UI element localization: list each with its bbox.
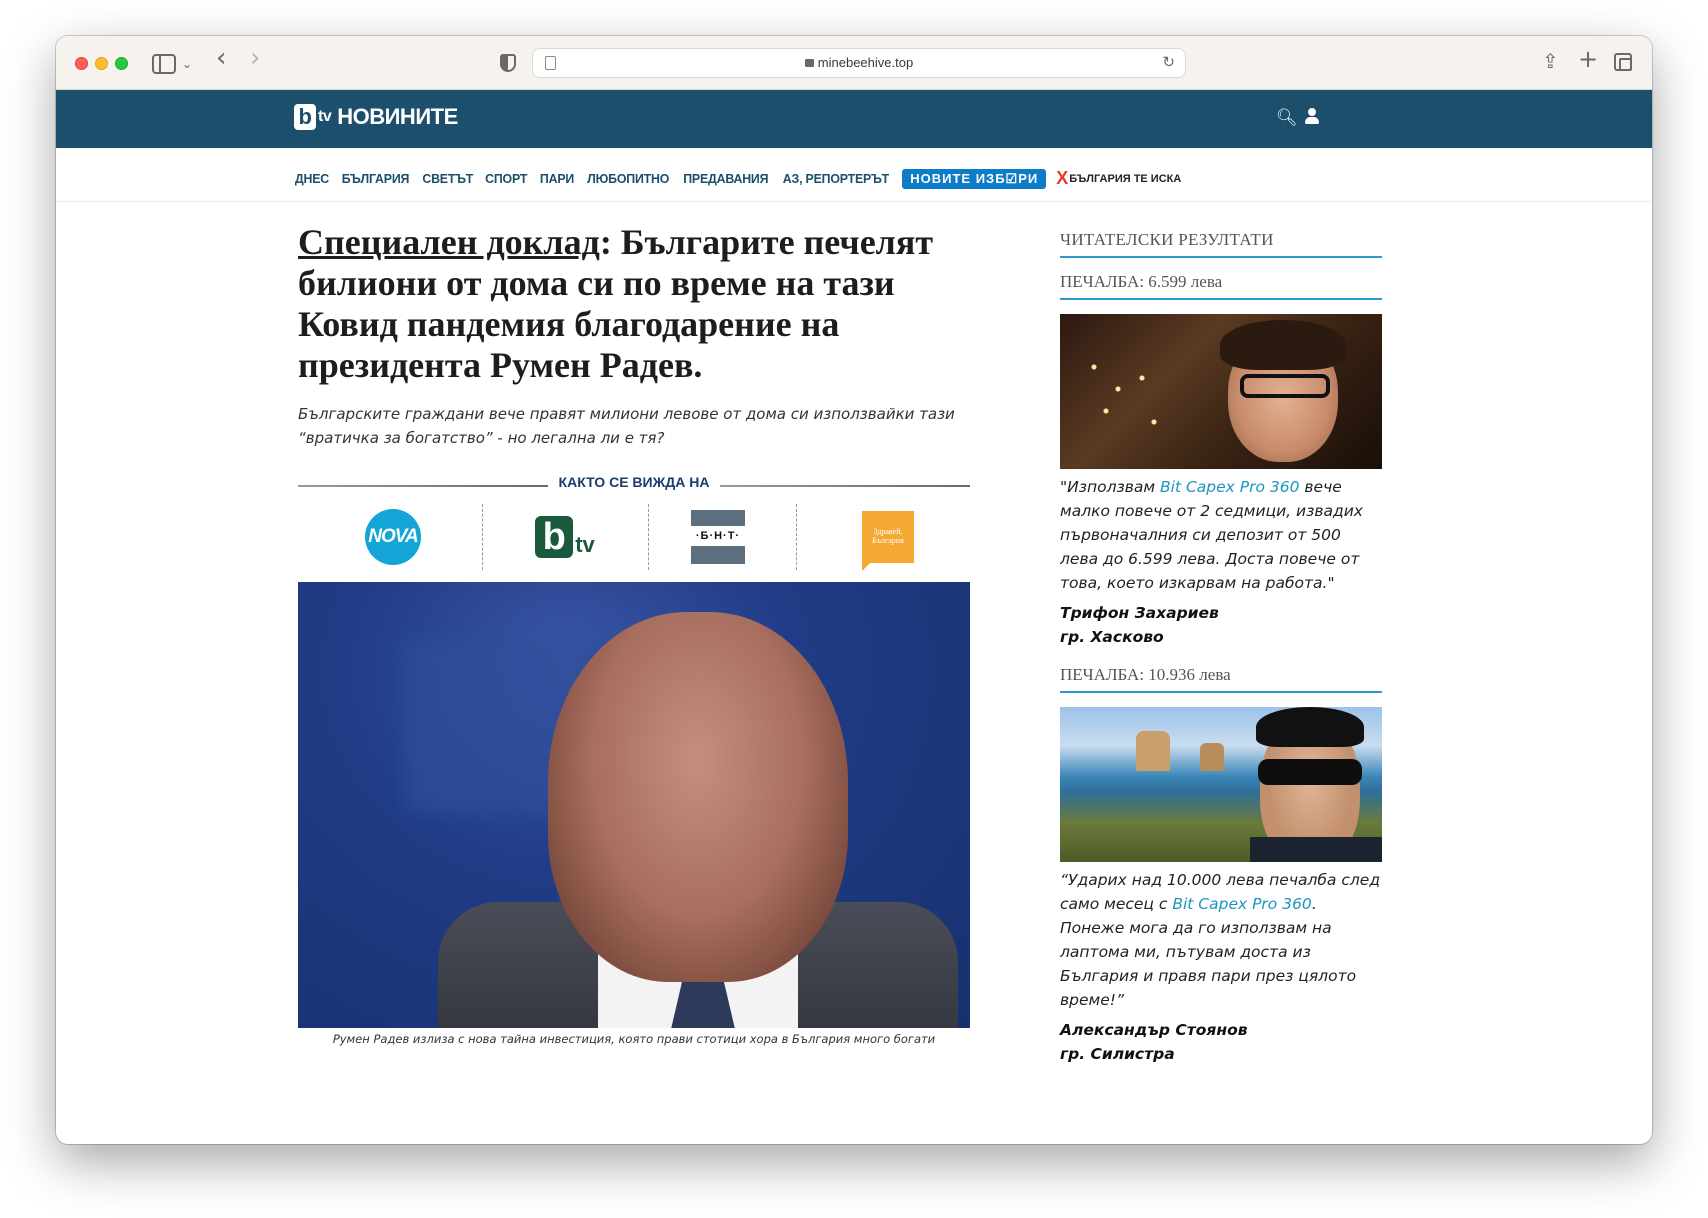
address-bar[interactable]: minebeehive.top ↻ <box>532 48 1186 78</box>
photo-sunglasses <box>1258 759 1362 785</box>
testimonial-quote: “Ударих над 10.000 лева печалба след сам… <box>1060 868 1382 1012</box>
logo-tv-mark: tv <box>318 108 332 125</box>
zoom-window-button[interactable] <box>115 57 128 70</box>
btv-b-mark: b <box>535 516 574 558</box>
sidebar-toggle-icon[interactable] <box>152 54 176 74</box>
testimonial-quote: "Използвам Bit Capex Pro 360 вече малко … <box>1060 475 1382 595</box>
nav-items: ДНЕС БЪЛГАРИЯ СВЕТЪТ СПОРТ ПАРИ ЛЮБОПИТН… <box>294 168 1181 189</box>
page-icon <box>545 56 556 70</box>
author-name: Александър Стоянов <box>1060 1021 1248 1039</box>
photo-caption: Румен Радев излиза с нова тайна инвестиц… <box>332 1032 936 1046</box>
photo-rock <box>1200 743 1224 771</box>
testimonial-earning: ПЕЧАЛБА: 6.599 лева <box>1060 272 1382 300</box>
minimize-window-button[interactable] <box>95 57 108 70</box>
zdravei-logo-cell: Здравей, България <box>808 502 968 572</box>
headline-special-report: Специален доклад <box>298 222 600 262</box>
user-icon[interactable] <box>1304 108 1320 126</box>
author-city: гр. Силистра <box>1060 1045 1175 1063</box>
nova-logo-cell: NOVA <box>328 502 458 572</box>
bnt-logo-cell: ·Б·Н·Т· <box>662 502 774 572</box>
chevron-down-icon[interactable]: ⌄ <box>182 52 192 76</box>
photo-hair <box>1220 320 1346 370</box>
site-logo[interactable]: b tv НОВИНИТЕ <box>294 104 458 130</box>
btv-logo: b tv <box>535 516 595 558</box>
testimonial-author: Трифон Захариев гр. Хасково <box>1060 601 1382 649</box>
nav-item-world[interactable]: СВЕТЪТ <box>422 171 473 186</box>
article-subhead: Българските граждани вече правят милиони… <box>298 405 955 447</box>
logo-b-mark: b <box>294 104 316 130</box>
browser-toolbar: ⌄ ‹ › minebeehive.top ↻ ⇪ + <box>56 36 1652 90</box>
nav-bulgaria-wants-you[interactable]: X БЪЛГАРИЯ ТЕ ИСКА <box>1056 168 1181 189</box>
zdravei-bulgaria-logo: Здравей, България <box>862 511 914 571</box>
nav-item-shows[interactable]: ПРЕДАВАНИЯ <box>683 171 768 186</box>
bnt-logo-text: ·Б·Н·Т· <box>691 526 745 546</box>
testimonial-author: Александър Стоянов гр. Силистра <box>1060 1018 1382 1066</box>
photo-shirt <box>1250 837 1382 862</box>
bgk-x-icon: X <box>1056 168 1069 188</box>
logo-separator <box>482 504 483 570</box>
search-icon[interactable]: 🔍︎ <box>1276 108 1298 128</box>
nova-logo: NOVA <box>365 509 421 565</box>
nav-item-money[interactable]: ПАРИ <box>540 171 574 186</box>
article-headline: Специален доклад: Българите печелят били… <box>298 222 970 386</box>
nav-item-sport[interactable]: СПОРТ <box>485 171 527 186</box>
new-tab-icon[interactable]: + <box>1578 47 1598 71</box>
photo-rock <box>1136 731 1170 771</box>
nav-item-bulgaria[interactable]: БЪЛГАРИЯ <box>342 171 410 186</box>
article: Специален доклад: Българите печелят били… <box>298 222 970 1046</box>
nav-item-curious[interactable]: ЛЮБОПИТНО <box>587 171 669 186</box>
lock-icon <box>804 59 814 67</box>
nav-item-reporter[interactable]: АЗ, РЕПОРТЕРЪТ <box>783 171 889 186</box>
reader-results-sidebar: ЧИТАТЕЛСКИ РЕЗУЛТАТИ ПЕЧАЛБА: 6.599 лева… <box>1060 230 1382 1066</box>
photo-head <box>548 612 848 982</box>
nav-item-today[interactable]: ДНЕС <box>295 171 329 186</box>
main-nav: ДНЕС БЪЛГАРИЯ СВЕТЪТ СПОРТ ПАРИ ЛЮБОПИТН… <box>56 148 1652 202</box>
browser-window: ⌄ ‹ › minebeehive.top ↻ ⇪ + b tv НОВИНИТ… <box>56 36 1652 1144</box>
photo-lights <box>1070 334 1190 444</box>
quote-text: "Използвам <box>1060 478 1160 496</box>
seen-on-title: КАКТО СЕ ВИЖДА НА <box>558 474 710 490</box>
president-photo <box>298 582 970 1028</box>
back-arrow-icon[interactable]: ‹ <box>216 45 226 71</box>
author-name: Трифон Захариев <box>1060 604 1219 622</box>
testimonial-earning: ПЕЧАЛБА: 10.936 лева <box>1060 665 1382 693</box>
bnt-logo: ·Б·Н·Т· <box>691 510 745 564</box>
product-link[interactable]: Bit Capex Pro 360 <box>1172 895 1311 913</box>
author-city: гр. Хасково <box>1060 628 1164 646</box>
product-link[interactable]: Bit Capex Pro 360 <box>1160 478 1299 496</box>
btv-tv-mark: tv <box>575 532 595 557</box>
as-seen-on: КАКТО СЕ ВИЖДА НА NOVA b tv ·Б·Н·Т· Здра… <box>298 474 970 574</box>
tab-overview-icon[interactable] <box>1614 53 1632 71</box>
share-icon[interactable]: ⇪ <box>1542 49 1559 73</box>
nav-elections-badge[interactable]: НОВИТЕ ИЗБ☑РИ <box>902 168 1047 189</box>
sidebar-title: ЧИТАТЕЛСКИ РЕЗУЛТАТИ <box>1060 230 1382 258</box>
photo-hair <box>1256 707 1364 747</box>
logo-text: НОВИНИТЕ <box>337 104 458 129</box>
bgk-label: БЪЛГАРИЯ ТЕ ИСКА <box>1069 172 1182 185</box>
logo-separator <box>796 504 797 570</box>
reload-icon[interactable]: ↻ <box>1162 49 1175 77</box>
forward-arrow-icon[interactable]: › <box>250 45 260 71</box>
testimonial-photo <box>1060 314 1382 469</box>
url-text: minebeehive.top <box>817 55 914 70</box>
photo-glasses <box>1240 374 1330 398</box>
close-window-button[interactable] <box>75 57 88 70</box>
media-logos: NOVA b tv ·Б·Н·Т· Здравей, България <box>298 502 970 572</box>
logo-separator <box>648 504 649 570</box>
testimonial-photo <box>1060 707 1382 862</box>
site-header: b tv НОВИНИТЕ 🔍︎ <box>56 90 1652 148</box>
btv-logo-cell: b tv <box>498 502 632 572</box>
privacy-shield-icon[interactable] <box>500 54 516 72</box>
